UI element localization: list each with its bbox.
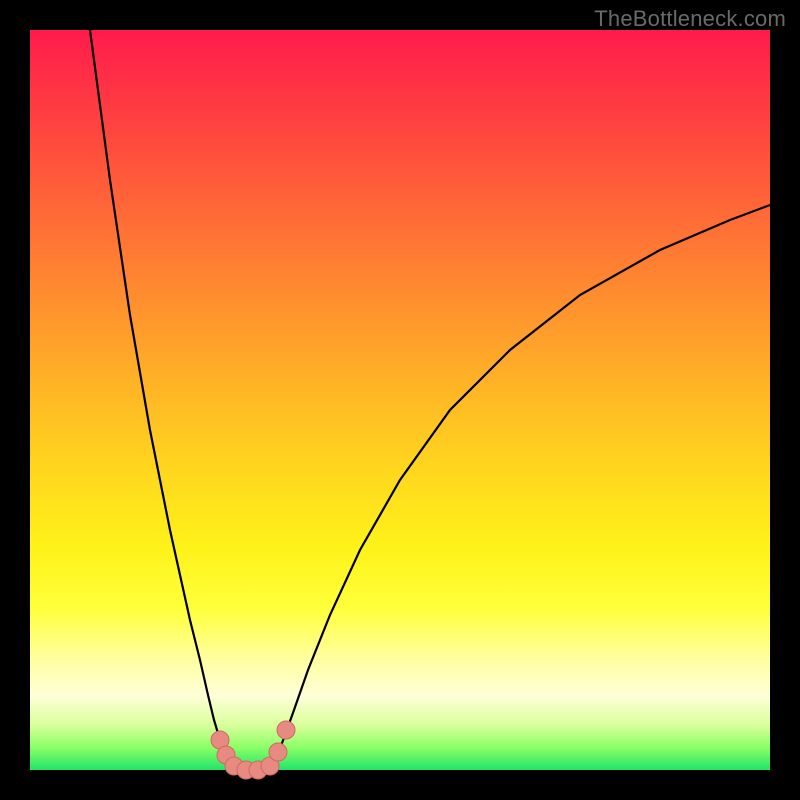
- gradient-plot-area: [30, 30, 770, 770]
- watermark-text: TheBottleneck.com: [594, 6, 786, 32]
- valley-marker: [277, 721, 295, 739]
- valley-markers: [211, 721, 295, 779]
- chart-svg: [30, 30, 770, 770]
- valley-marker: [269, 743, 287, 761]
- bottleneck-curve: [90, 30, 770, 770]
